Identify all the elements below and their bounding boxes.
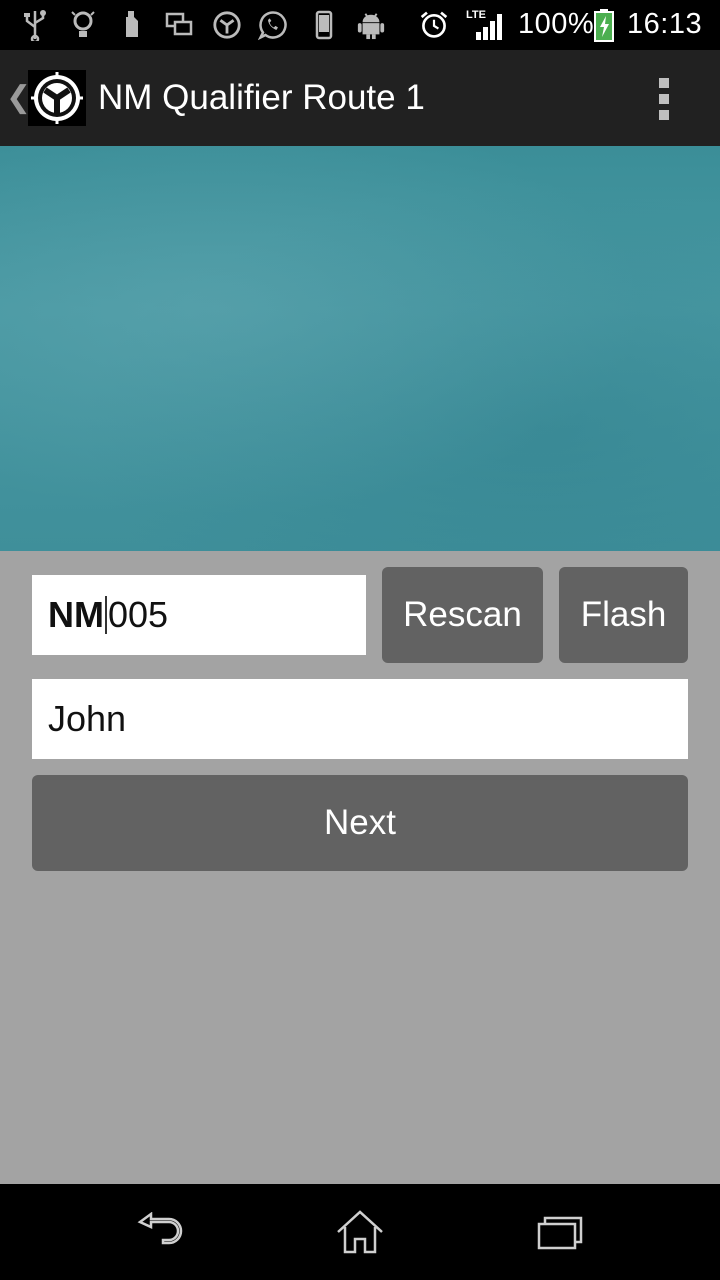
overflow-menu-icon[interactable] [650,76,678,122]
camera-preview[interactable] [0,146,720,551]
text-cursor [105,596,107,634]
code-prefix: NM [48,594,104,635]
navigation-bar [0,1184,720,1280]
action-bar: ❮ NM Qualifier Route 1 [0,50,720,146]
name-input[interactable]: John [32,679,688,759]
network-type-label: LTE [466,9,486,21]
sd-card-icon [117,9,147,41]
android-icon [356,9,386,41]
code-input[interactable]: NM 005 [32,575,366,655]
screen-mirror-icon [164,9,194,41]
home-icon[interactable] [320,1202,400,1262]
lightbulb-icon [68,9,98,41]
battery-icon [592,9,616,42]
page-title: NM Qualifier Route 1 [98,78,425,117]
usb-icon [20,9,50,41]
back-icon[interactable] [120,1202,200,1262]
battery-percentage: 100% [518,8,595,40]
rescan-button[interactable]: Rescan [382,567,543,663]
up-navigation[interactable]: ❮ [0,50,90,146]
status-bar: LTE 100% 16:13 [0,0,720,50]
app-logo-icon [212,9,242,41]
phone-icon [309,9,339,41]
app-logo-icon [28,70,86,126]
next-button[interactable]: Next [32,775,688,871]
signal-icon: LTE [466,9,506,41]
recent-apps-icon[interactable] [520,1202,600,1262]
code-suffix: 005 [108,594,169,635]
flash-button[interactable]: Flash [559,567,688,663]
alarm-icon [419,9,449,41]
name-value: John [48,698,127,739]
whatsapp-icon [258,9,288,41]
clock: 16:13 [627,8,703,40]
